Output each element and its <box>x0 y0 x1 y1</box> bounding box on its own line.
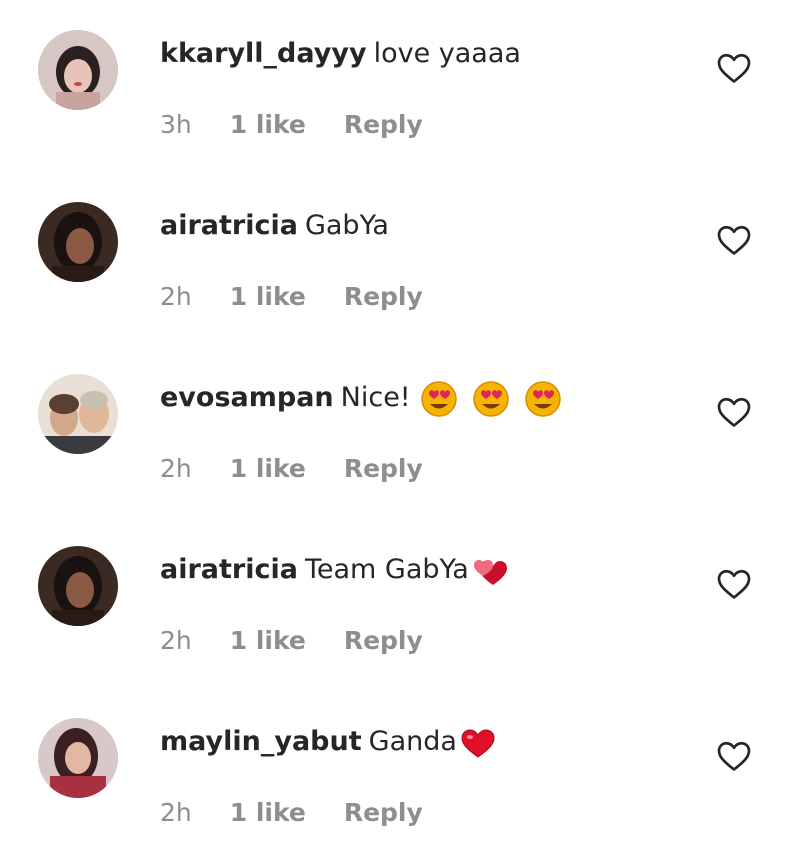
comment-meta: 2h 1 like Reply <box>160 626 453 655</box>
comment-text: GabYa <box>304 210 389 241</box>
comment-username[interactable]: airatricia <box>160 554 298 585</box>
comment-item: evosampan Nice! 2h 1 like Reply <box>0 344 800 516</box>
comment-username[interactable]: evosampan <box>160 382 334 413</box>
comment-text: Ganda <box>368 726 457 757</box>
comment-likes-count[interactable]: 1 like <box>230 798 306 827</box>
red-heart-emoji-icon <box>459 726 497 760</box>
comment-meta: 2h 1 like Reply <box>160 798 453 827</box>
like-heart-icon[interactable] <box>716 738 752 774</box>
comment-username[interactable]: maylin_yabut <box>160 726 362 757</box>
like-heart-icon[interactable] <box>716 394 752 430</box>
like-heart-icon[interactable] <box>716 222 752 258</box>
comment-line: kkaryll_dayyy love yaaaa <box>160 34 521 74</box>
comment-timestamp[interactable]: 2h <box>160 798 192 827</box>
comment-likes-count[interactable]: 1 like <box>230 626 306 655</box>
comment-text: Team GabYa <box>304 554 469 585</box>
avatar[interactable] <box>38 546 118 626</box>
avatar[interactable] <box>38 718 118 798</box>
comment-timestamp[interactable]: 2h <box>160 282 192 311</box>
reply-button[interactable]: Reply <box>344 110 423 139</box>
reply-button[interactable]: Reply <box>344 626 423 655</box>
comment-item: airatricia GabYa 2h 1 like Reply <box>0 172 800 344</box>
comment-line: airatricia GabYa <box>160 206 389 246</box>
avatar[interactable] <box>38 30 118 110</box>
like-heart-icon[interactable] <box>716 566 752 602</box>
star-struck-emoji-group <box>419 379 567 419</box>
comment-line: airatricia Team GabYa <box>160 550 511 590</box>
comment-timestamp[interactable]: 2h <box>160 454 192 483</box>
comment-text: Nice! <box>340 382 411 413</box>
comment-timestamp[interactable]: 2h <box>160 626 192 655</box>
heart-eyes-emoji-icon <box>524 380 561 417</box>
avatar[interactable] <box>38 374 118 454</box>
comment-line: evosampan Nice! <box>160 378 567 419</box>
comment-meta: 2h 1 like Reply <box>160 454 453 483</box>
avatar[interactable] <box>38 202 118 282</box>
comment-meta: 3h 1 like Reply <box>160 110 453 139</box>
comment-likes-count[interactable]: 1 like <box>230 282 306 311</box>
two-hearts-emoji-icon <box>471 554 511 588</box>
like-heart-icon[interactable] <box>716 50 752 86</box>
comment-meta: 2h 1 like Reply <box>160 282 453 311</box>
comment-likes-count[interactable]: 1 like <box>230 454 306 483</box>
comment-text: love yaaaa <box>373 38 521 69</box>
comment-line: maylin_yabut Ganda <box>160 722 497 762</box>
comment-item: maylin_yabut Ganda 2h 1 like Reply <box>0 688 800 860</box>
comment-username[interactable]: kkaryll_dayyy <box>160 38 367 69</box>
comment-item: kkaryll_dayyy love yaaaa 3h 1 like Reply <box>0 0 800 172</box>
comment-list: kkaryll_dayyy love yaaaa 3h 1 like Reply … <box>0 0 800 866</box>
heart-eyes-emoji-icon <box>420 380 457 417</box>
comment-likes-count[interactable]: 1 like <box>230 110 306 139</box>
comment-timestamp[interactable]: 3h <box>160 110 192 139</box>
reply-button[interactable]: Reply <box>344 454 423 483</box>
reply-button[interactable]: Reply <box>344 282 423 311</box>
heart-eyes-emoji-icon <box>472 380 509 417</box>
reply-button[interactable]: Reply <box>344 798 423 827</box>
comment-username[interactable]: airatricia <box>160 210 298 241</box>
comment-item: airatricia Team GabYa 2h 1 like Reply <box>0 516 800 688</box>
